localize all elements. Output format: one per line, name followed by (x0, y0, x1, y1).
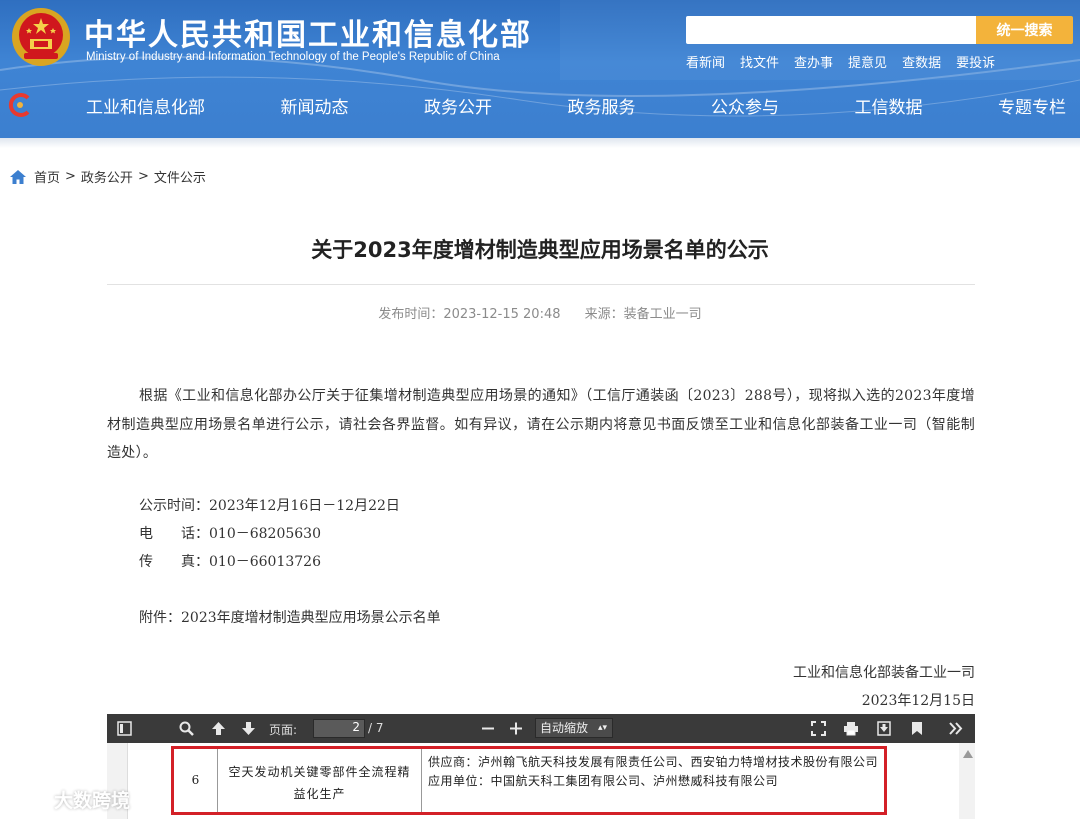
nav-item-ministry[interactable]: 工业和信息化部 (86, 93, 205, 118)
quick-link-feedback[interactable]: 提意见 (848, 52, 887, 71)
search-input[interactable] (686, 16, 976, 44)
nav-item-gov-services[interactable]: 政务服务 (568, 93, 636, 118)
breadcrumb-separator: > (137, 169, 149, 184)
pdf-toolbar: 页面: 2 / 7 自动缩放 ▴▾ (107, 714, 975, 743)
row-user-unit: 应用单位：中国航天科工集团有限公司、泸州懋威科技有限公司 (428, 774, 779, 788)
search-button[interactable]: 统一搜索 (976, 16, 1073, 44)
print-icon[interactable] (843, 721, 859, 736)
watermark-text: 大数跨境 (54, 790, 131, 812)
row-scenario-name: 空天发动机关键零部件全流程精益化生产 (218, 749, 422, 812)
source: 来源：装备工业一司 (585, 307, 702, 322)
quick-links: 看新闻 找文件 查办事 提意见 查数据 要投诉 (686, 52, 995, 71)
chevron-down-icon: ▴▾ (597, 723, 607, 733)
watermark-logo-icon (10, 791, 49, 808)
title-divider (107, 284, 975, 285)
zoom-out-icon[interactable] (481, 721, 495, 736)
publish-time-label: 发布时间： (378, 307, 444, 322)
nav-item-news[interactable]: 新闻动态 (281, 93, 349, 118)
row-number: 6 (174, 749, 218, 812)
contact-fax: 传 真：010－66013726 (139, 554, 321, 570)
zoom-select-value: 自动缩放 (540, 721, 589, 735)
notice-period: 公示时间：2023年12月16日－12月22日 (139, 498, 400, 514)
tools-menu-icon[interactable] (949, 722, 963, 735)
quick-link-news[interactable]: 看新闻 (686, 52, 725, 71)
page-label: 页面: (269, 723, 298, 737)
nav-item-gov-affairs[interactable]: 政务公开 (424, 93, 492, 118)
source-label: 来源： (584, 307, 624, 322)
nav-item-data[interactable]: 工信数据 (855, 93, 923, 118)
miit-logo-icon[interactable] (8, 92, 34, 118)
breadcrumb-separator: > (65, 169, 76, 184)
breadcrumb-home[interactable]: 首页 (34, 167, 60, 186)
quick-link-complaint[interactable]: 要投诉 (956, 52, 995, 71)
page-total: / 7 (368, 721, 384, 735)
quick-link-data[interactable]: 查数据 (902, 52, 941, 71)
pdf-viewer: 页面: 2 / 7 自动缩放 ▴▾ 6 空天发动机关键零部件全流程精益化生产 供… (107, 714, 975, 819)
zoom-in-icon[interactable] (509, 721, 523, 736)
site-title: 中华人民共和国工业和信息化部 (84, 18, 532, 53)
publish-time-value: 2023-12-15 20:48 (443, 307, 561, 322)
nav-item-topics[interactable]: 专题专栏 (998, 93, 1066, 118)
breadcrumb-gov-affairs[interactable]: 政务公开 (81, 167, 133, 186)
quick-link-files[interactable]: 找文件 (740, 52, 779, 71)
publish-time: 发布时间：2023-12-15 20:48 (378, 307, 560, 322)
previous-page-icon[interactable] (211, 721, 226, 736)
next-page-icon[interactable] (241, 721, 256, 736)
attachment-link[interactable]: 附件：2023年度增材制造典型应用场景公示名单 (139, 607, 441, 627)
search-icon[interactable] (179, 721, 194, 736)
quick-link-services[interactable]: 查办事 (794, 52, 833, 71)
site-subtitle: Ministry of Industry and Information Tec… (86, 51, 500, 63)
article-meta: 发布时间：2023-12-15 20:48 来源：装备工业一司 (0, 303, 1080, 322)
signature-org: 工业和信息化部装备工业一司 (793, 665, 975, 681)
breadcrumb-document-notice[interactable]: 文件公示 (154, 167, 206, 186)
download-icon[interactable] (877, 721, 891, 736)
main-nav: 工业和信息化部 新闻动态 政务公开 政务服务 公众参与 工信数据 专题专栏 (86, 93, 1066, 118)
home-icon[interactable] (10, 169, 26, 184)
scroll-up-arrow-icon[interactable] (963, 750, 973, 758)
presentation-mode-icon[interactable] (811, 721, 826, 736)
row-detail: 供应商：泸州翰飞航天科技发展有限责任公司、西安铂力特增材技术股份有限公司 应用单… (422, 749, 884, 812)
nav-item-public[interactable]: 公众参与 (711, 93, 779, 118)
watermark: 大数跨境 (10, 786, 130, 813)
article-paragraph: 根据《工业和信息化部办公厅关于征集增材制造典型应用场景的通知》（工信厅通装函〔2… (107, 388, 975, 461)
contact-phone: 电 话：010－68205630 (139, 526, 321, 542)
sidebar-toggle-icon[interactable] (117, 721, 132, 736)
breadcrumb: 首页 > 政务公开 > 文件公示 (10, 167, 206, 186)
zoom-select[interactable]: 自动缩放 ▴▾ (535, 718, 613, 738)
highlighted-table-row: 6 空天发动机关键零部件全流程精益化生产 供应商：泸州翰飞航天科技发展有限责任公… (171, 746, 887, 815)
bookmark-icon[interactable] (911, 721, 923, 736)
national-emblem-icon (12, 8, 70, 66)
site-header: 中华人民共和国工业和信息化部 Ministry of Industry and … (0, 0, 1080, 138)
signature-date: 2023年12月15日 (861, 693, 975, 709)
article-title: 关于2023年度增材制造典型应用场景名单的公示 (311, 238, 769, 262)
header-shadow (0, 138, 1080, 148)
source-value: 装备工业一司 (623, 307, 702, 322)
row-supplier: 供应商：泸州翰飞航天科技发展有限责任公司、西安铂力特增材技术股份有限公司 (428, 755, 879, 769)
page-number-input[interactable]: 2 (313, 719, 365, 738)
